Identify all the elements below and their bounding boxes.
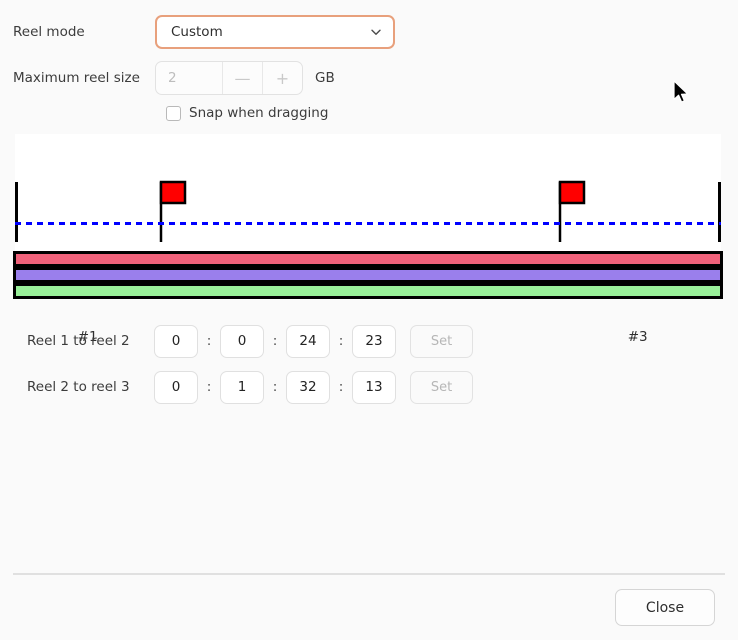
- time-separator: :: [272, 379, 278, 395]
- reel-2-to-3-label: Reel 2 to reel 3: [27, 379, 130, 395]
- time-separator: :: [338, 333, 344, 349]
- track-bars-group: [13, 251, 723, 299]
- footer-divider: [13, 573, 725, 575]
- time-separator: :: [338, 379, 344, 395]
- max-reel-size-stepper: 2 — +: [155, 61, 303, 95]
- max-reel-size-row: Maximum reel size 2 — + GB: [0, 60, 738, 96]
- reel-mode-row: Reel mode Custom: [0, 14, 738, 50]
- subtitle-track-bar: [13, 283, 723, 299]
- snap-when-dragging-checkbox[interactable]: [166, 105, 181, 121]
- reel-mode-value: Custom: [171, 24, 223, 40]
- reel-1-to-2-minutes-input[interactable]: 0: [220, 324, 264, 358]
- reel-2-to-3-row: Reel 2 to reel 3 0 : 1 : 32 : 13 Set: [0, 364, 738, 410]
- reel-1-to-2-seconds-input[interactable]: 24: [286, 324, 330, 358]
- reel-marker-2[interactable]: [558, 180, 586, 242]
- reel-1-to-2-row: Reel 1 to reel 2 0 : 0 : 24 : 23 Set: [0, 318, 738, 364]
- increment-button: +: [262, 62, 302, 94]
- reel-2-to-3-set-button: Set: [410, 370, 473, 404]
- reel-2-to-3-hours-input[interactable]: 0: [154, 370, 198, 404]
- settings-section: Reel mode Custom Maximum reel size 2 — +…: [0, 0, 738, 128]
- snap-when-dragging-label: Snap when dragging: [189, 105, 329, 121]
- reel-2-to-3-seconds-input[interactable]: 32: [286, 370, 330, 404]
- max-reel-size-label: Maximum reel size: [13, 70, 140, 86]
- snap-when-dragging-row[interactable]: Snap when dragging: [0, 98, 738, 128]
- mouse-cursor-icon: [673, 80, 689, 103]
- reel-time-rows: Reel 1 to reel 2 0 : 0 : 24 : 23 Set Ree…: [0, 318, 738, 410]
- reel-2-to-3-frames-input[interactable]: 13: [352, 370, 396, 404]
- reel-marker-1[interactable]: [159, 180, 187, 242]
- reel-mode-label: Reel mode: [13, 24, 85, 40]
- close-button[interactable]: Close: [615, 589, 715, 626]
- max-reel-size-input: 2: [168, 70, 177, 86]
- decrement-button: —: [222, 62, 262, 94]
- audio-track-bar: [13, 267, 723, 283]
- reel-1-to-2-frames-input[interactable]: 23: [352, 324, 396, 358]
- reel-2-to-3-minutes-input[interactable]: 1: [220, 370, 264, 404]
- reel-1-to-2-set-button: Set: [410, 324, 473, 358]
- reel-1-to-2-hours-input[interactable]: 0: [154, 324, 198, 358]
- time-separator: :: [272, 333, 278, 349]
- max-reel-size-unit: GB: [315, 70, 335, 86]
- time-separator: :: [206, 379, 212, 395]
- reel-1-to-2-label: Reel 1 to reel 2: [27, 333, 130, 349]
- chevron-down-icon: [369, 25, 383, 39]
- time-separator: :: [206, 333, 212, 349]
- video-track-bar: [13, 251, 723, 267]
- reel-mode-dropdown[interactable]: Custom: [155, 15, 395, 49]
